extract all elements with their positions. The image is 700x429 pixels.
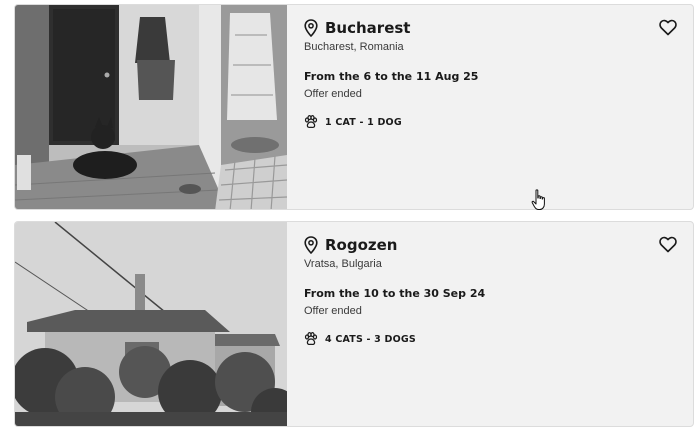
heart-icon[interactable] <box>659 236 677 253</box>
heart-icon[interactable] <box>659 19 677 36</box>
listing-region: Bucharest, Romania <box>304 41 404 53</box>
paw-icon <box>304 115 318 129</box>
location-pin-icon <box>304 236 318 254</box>
listing-card-bucharest[interactable]: Bucharest Bucharest, Romania From the 6 … <box>14 4 694 210</box>
listing-photo-rogozen[interactable] <box>15 222 287 426</box>
hand-pointer-cursor <box>531 189 545 210</box>
listing-pets: 1 CAT - 1 DOG <box>325 116 402 128</box>
listing-pets-row: 1 CAT - 1 DOG <box>304 115 402 129</box>
paw-icon <box>304 332 318 346</box>
listing-photo-bucharest[interactable] <box>15 5 287 209</box>
listing-info-bucharest: Bucharest Bucharest, Romania From the 6 … <box>287 5 693 209</box>
listing-status: Offer ended <box>304 88 362 100</box>
listing-pets: 4 CATS - 3 DOGS <box>325 333 416 345</box>
listing-dates: From the 10 to the 30 Sep 24 <box>304 287 486 300</box>
listing-region: Vratsa, Bulgaria <box>304 258 382 270</box>
listing-title-row: Rogozen <box>304 236 397 254</box>
listing-card-rogozen[interactable]: Rogozen Vratsa, Bulgaria From the 10 to … <box>14 221 694 427</box>
listing-dates: From the 6 to the 11 Aug 25 <box>304 70 479 83</box>
listing-city[interactable]: Bucharest <box>325 19 410 37</box>
listing-status: Offer ended <box>304 305 362 317</box>
listing-pets-row: 4 CATS - 3 DOGS <box>304 332 416 346</box>
listing-info-rogozen: Rogozen Vratsa, Bulgaria From the 10 to … <box>287 222 693 426</box>
listing-title-row: Bucharest <box>304 19 410 37</box>
location-pin-icon <box>304 19 318 37</box>
listing-city[interactable]: Rogozen <box>325 236 397 254</box>
